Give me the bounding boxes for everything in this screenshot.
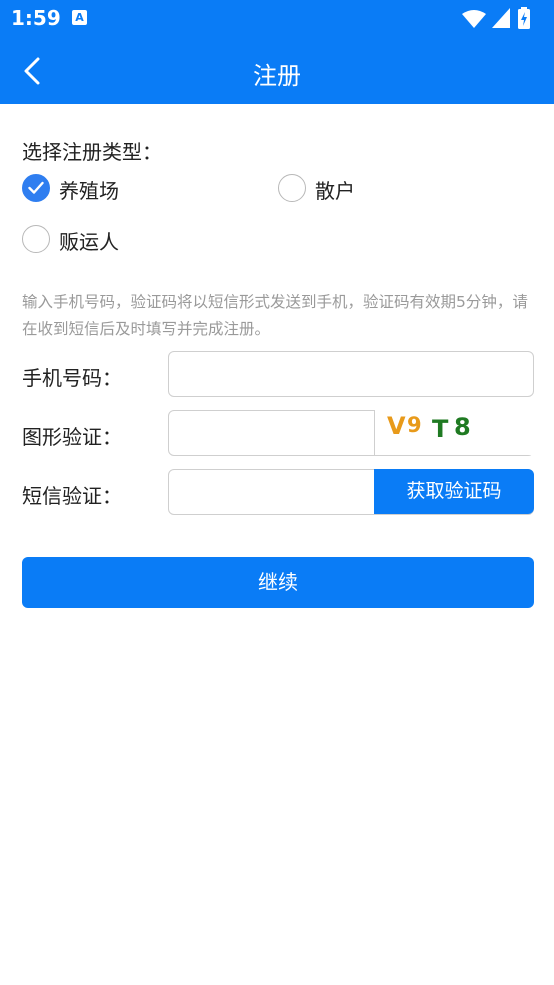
captcha-image[interactable]: V 9 T 8 [374, 410, 534, 455]
phone-label: 手机号码： [22, 366, 122, 390]
radio-unchecked-icon [22, 225, 50, 253]
sms-label: 短信验证： [22, 484, 122, 508]
captcha-char: 9 [407, 413, 422, 437]
wifi-icon [462, 10, 486, 28]
radio-label-retail: 散户 [315, 179, 355, 203]
status-icons [462, 6, 542, 32]
status-time: 1:59 [11, 6, 61, 30]
page-title: 注册 [253, 62, 301, 90]
battery-icon [518, 7, 530, 29]
captcha-input[interactable] [169, 411, 374, 455]
captcha-char: 8 [454, 413, 471, 441]
phone-input[interactable] [169, 352, 533, 396]
app-bar: 注册 [0, 38, 554, 104]
radio-label-trader: 贩运人 [59, 230, 119, 254]
phone-input-box [168, 351, 534, 397]
radio-option-farm[interactable]: 养殖场 [22, 174, 142, 204]
get-code-button[interactable]: 获取验证码 [374, 469, 534, 514]
registration-type-label: 选择注册类型： [22, 140, 162, 164]
captcha-char: T [432, 415, 449, 443]
continue-button[interactable]: 继续 [22, 557, 534, 608]
captcha-label: 图形验证： [22, 425, 122, 449]
sms-code-input[interactable] [169, 470, 374, 514]
status-bar: 1:59 A [0, 0, 554, 38]
radio-unchecked-icon [278, 174, 306, 202]
a-icon: A [72, 10, 87, 25]
radio-option-retail[interactable]: 散户 [278, 174, 378, 204]
captcha-char: V [387, 412, 406, 440]
radio-option-trader[interactable]: 贩运人 [22, 225, 142, 255]
signal-icon [492, 8, 510, 28]
hint-text: 输入手机号码，验证码将以短信形式发送到手机，验证码有效期5分钟，请在收到短信后及… [22, 293, 528, 338]
radio-checked-icon [22, 174, 50, 202]
radio-label-farm: 养殖场 [59, 179, 119, 203]
